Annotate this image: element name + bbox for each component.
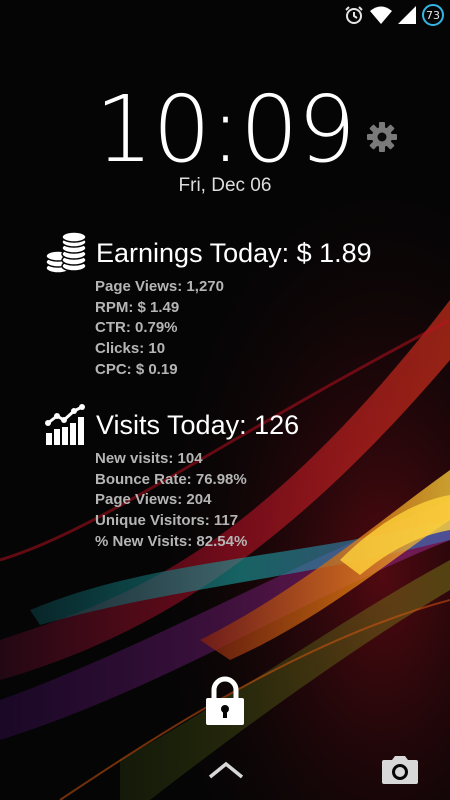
stat-bounce-rate: Bounce Rate: 76.98%: [95, 470, 247, 488]
stat-rpm: RPM: $ 1.49: [95, 298, 180, 316]
alarm-icon: [345, 6, 363, 24]
battery-indicator: 73: [422, 4, 444, 26]
stat-new-visits: New visits: 104: [95, 450, 203, 467]
bar-chart-trend-icon: [45, 404, 85, 445]
camera-icon[interactable]: [381, 755, 419, 785]
battery-level: 73: [426, 8, 440, 22]
stat-page-views: Page Views: 204: [95, 491, 212, 509]
earnings-stats: Page Views: 1,270 RPM: $ 1.49 CTR: 0.79%…: [95, 277, 434, 381]
visits-title-text: Visits Today: 126: [96, 409, 300, 440]
coins-stack-icon: [45, 231, 87, 274]
chevron-up-icon[interactable]: [207, 760, 245, 780]
earnings-widget[interactable]: Earnings Today: $ 1.89 Page Views: 1,270…: [44, 231, 434, 381]
visits-stats: New visits: 104 Bounce Rate: 76.98% Page…: [95, 449, 434, 553]
visits-title: Visits Today: 126: [96, 410, 299, 441]
earnings-title-text: Earnings Today: $ 1.89: [96, 237, 372, 268]
stat-clicks: Clicks: 10: [95, 340, 166, 358]
padlock-icon[interactable]: [203, 676, 247, 726]
wifi-icon: [370, 6, 392, 24]
stat-page-views: Page Views: 1,270: [95, 278, 224, 295]
earnings-title: Earnings Today: $ 1.89: [96, 238, 372, 269]
visits-widget[interactable]: Visits Today: 126 New visits: 104 Bounce…: [44, 403, 434, 553]
lockscreen-date: Fri, Dec 06: [178, 175, 272, 196]
gear-icon[interactable]: [366, 121, 398, 153]
stat-ctr: CTR: 0.79%: [95, 319, 178, 337]
stat-cpc: CPC: $ 0.19: [95, 360, 178, 378]
stat-unique-visitors: Unique Visitors: 117: [95, 512, 239, 530]
status-bar: 73: [0, 0, 450, 32]
stat-new-visits-percent: % New Visits: 82.54%: [95, 532, 248, 550]
signal-icon: [398, 6, 416, 24]
